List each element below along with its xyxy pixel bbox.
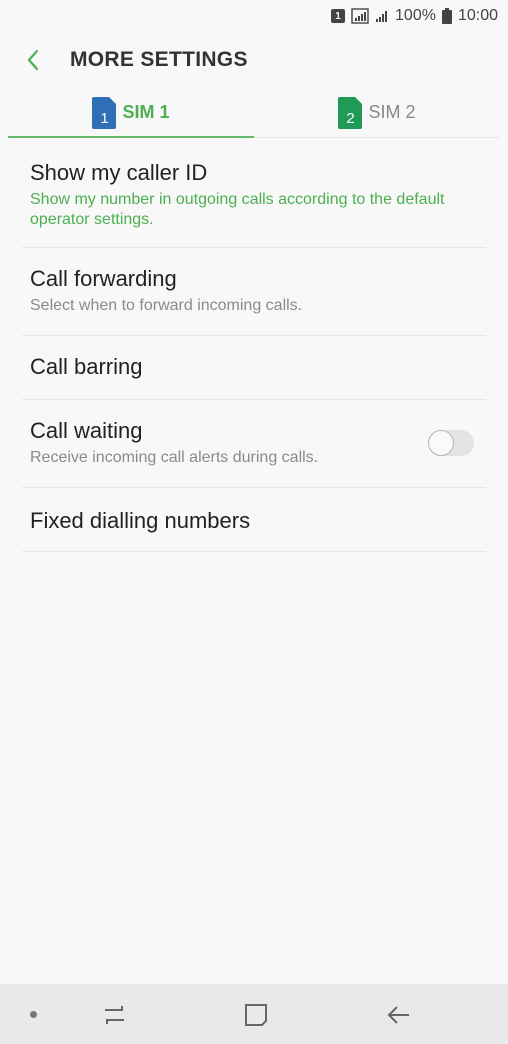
status-bar: 1 100% 10:00 bbox=[0, 0, 508, 32]
home-icon bbox=[245, 1004, 267, 1026]
tab-sim-2[interactable]: 2 SIM 2 bbox=[254, 88, 500, 137]
setting-title: Call waiting bbox=[30, 418, 143, 443]
sim-indicator-icon: 1 bbox=[331, 9, 346, 23]
setting-call-barring[interactable]: Call barring bbox=[22, 336, 486, 400]
setting-call-waiting[interactable]: Call waiting Receive incoming call alert… bbox=[22, 400, 486, 488]
tab-label: SIM 1 bbox=[122, 102, 170, 122]
chevron-left-icon bbox=[27, 49, 39, 71]
setting-subtitle: Select when to forward incoming calls. bbox=[30, 297, 303, 314]
setting-title: Call forwarding bbox=[30, 266, 177, 291]
navigation-bar bbox=[0, 984, 508, 1044]
home-button[interactable] bbox=[243, 1002, 269, 1028]
back-arrow-icon bbox=[387, 1006, 409, 1024]
back-nav-button[interactable] bbox=[386, 1002, 412, 1028]
battery-percent: 100% bbox=[395, 7, 436, 24]
recent-apps-button[interactable] bbox=[102, 1002, 128, 1028]
tab-sim-1[interactable]: 1 SIM 1 bbox=[8, 88, 254, 138]
setting-fixed-dialling-numbers[interactable]: Fixed dialling numbers bbox=[22, 488, 486, 552]
page-title: MORE SETTINGS bbox=[70, 48, 248, 71]
setting-title: Call barring bbox=[30, 354, 143, 379]
setting-title: Show my caller ID bbox=[30, 160, 208, 185]
setting-show-caller-id[interactable]: Show my caller ID Show my number in outg… bbox=[22, 138, 486, 248]
hide-nav-dot-icon[interactable] bbox=[30, 1011, 37, 1018]
signal-bars-icon bbox=[376, 11, 388, 22]
back-button[interactable] bbox=[26, 48, 46, 72]
setting-subtitle: Show my number in outgoing calls accordi… bbox=[30, 191, 445, 228]
sim-tabs: 1 SIM 1 2 SIM 2 bbox=[8, 88, 500, 138]
setting-title: Fixed dialling numbers bbox=[30, 508, 251, 533]
sim-card-icon: 2 bbox=[338, 96, 363, 129]
tab-label: SIM 2 bbox=[368, 102, 416, 122]
battery-icon bbox=[441, 8, 452, 24]
settings-list: Show my caller ID Show my number in outg… bbox=[22, 138, 486, 552]
setting-call-forwarding[interactable]: Call forwarding Select when to forward i… bbox=[22, 248, 486, 336]
signal-strength-icon bbox=[351, 8, 369, 24]
sim-card-icon: 1 bbox=[92, 96, 117, 129]
setting-subtitle: Receive incoming call alerts during call… bbox=[30, 449, 319, 466]
clock: 10:00 bbox=[457, 7, 498, 24]
app-header: MORE SETTINGS bbox=[0, 32, 508, 88]
call-waiting-toggle[interactable] bbox=[428, 430, 474, 456]
recent-apps-icon bbox=[105, 1006, 124, 1024]
toggle-knob bbox=[428, 430, 454, 456]
